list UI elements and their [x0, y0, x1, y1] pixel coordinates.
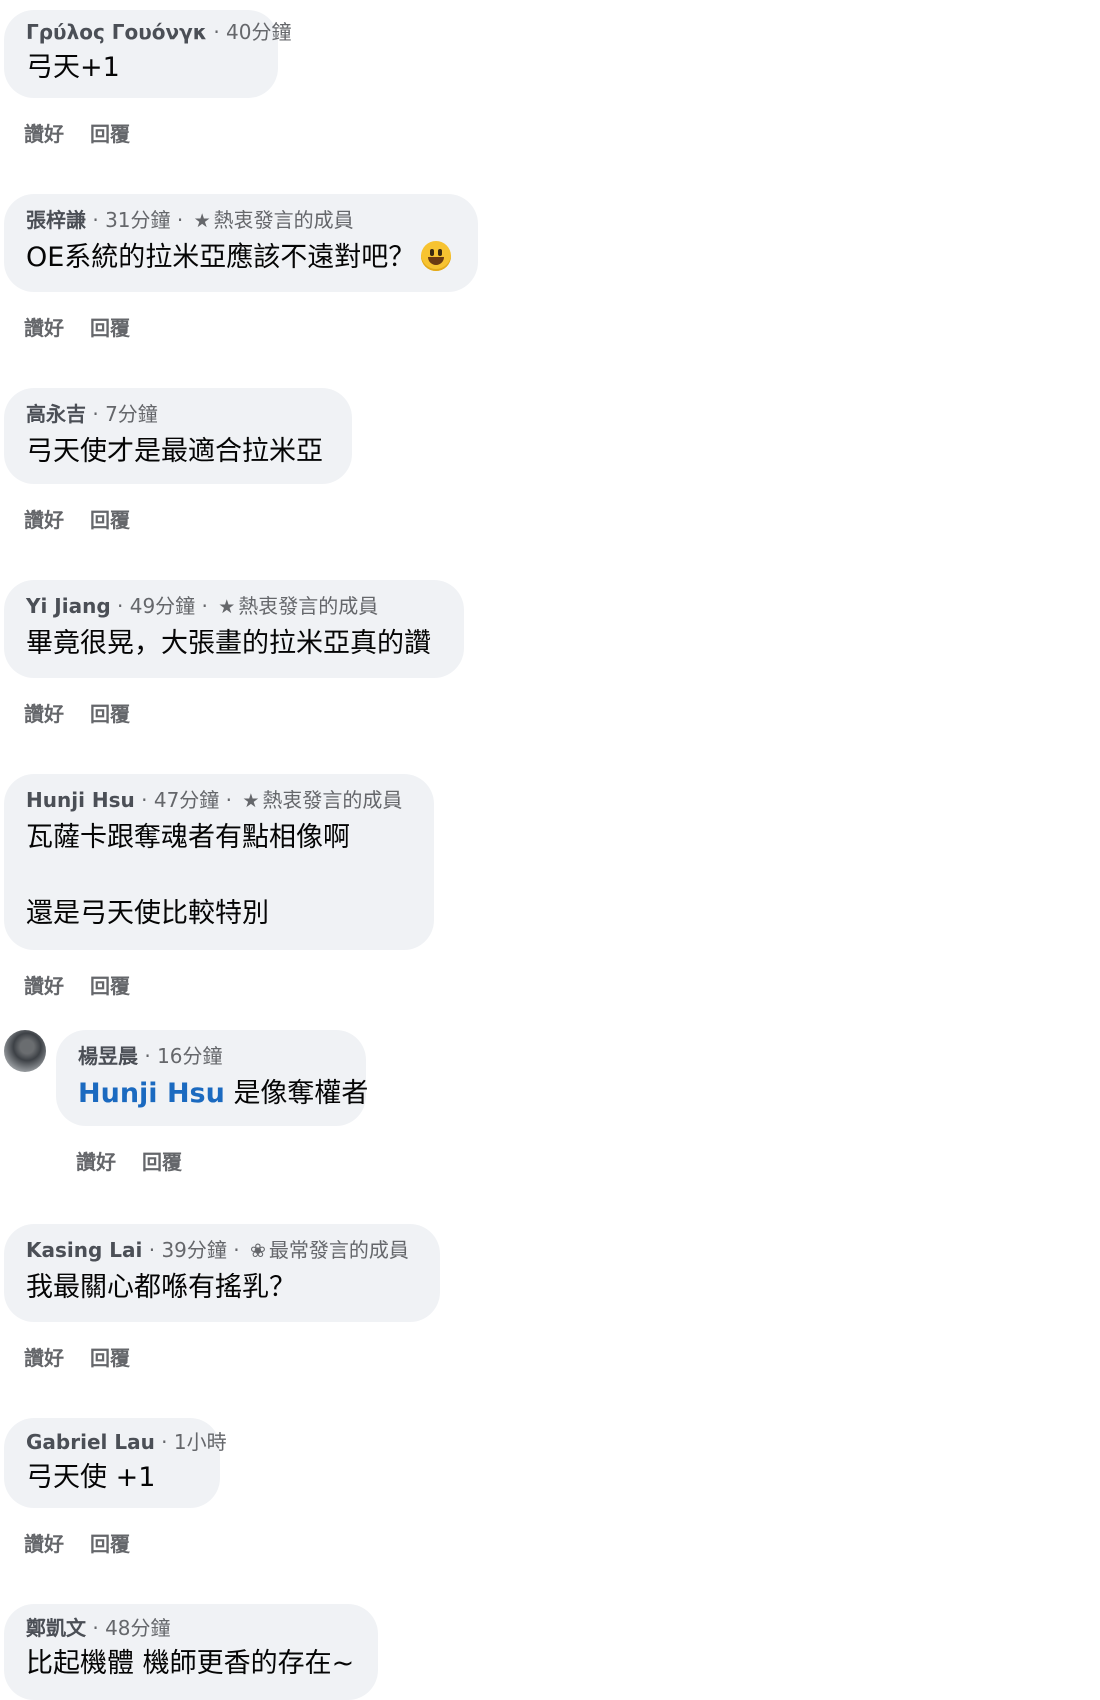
reply-button[interactable]: 回覆: [142, 1146, 182, 1175]
comment-bubble: 張梓謙 · 31分鐘 · ★ 熱衷發言的成員 OE系統的拉米亞應該不遠對吧？: [4, 194, 478, 292]
comment-author[interactable]: Yi Jiang: [26, 594, 111, 618]
reply-button[interactable]: 回覆: [90, 118, 130, 147]
comment-time[interactable]: 39分鐘: [161, 1238, 226, 1262]
mention-link[interactable]: Hunji Hsu: [78, 1078, 225, 1109]
comment-actions: 讚好 回覆: [76, 1146, 208, 1175]
comment-bubble: Γρύλος Γουόνγκ · 40分鐘 弓天+1: [4, 10, 292, 98]
comment-bubble: Gabriel Lau · 1小時 弓天使 +1: [4, 1418, 227, 1508]
reply-button[interactable]: 回覆: [90, 312, 130, 341]
comment-bubble: Yi Jiang · 49分鐘 · ★ 熱衷發言的成員 畢竟很晃，大張畫的拉米亞真…: [4, 580, 464, 678]
like-button[interactable]: 讚好: [24, 504, 64, 533]
comment-meta: Yi Jiang · 49分鐘 · ★ 熱衷發言的成員: [26, 594, 379, 618]
reply-button[interactable]: 回覆: [90, 970, 130, 999]
comment-actions: 讚好 回覆: [24, 970, 156, 999]
comment-actions: 讚好 回覆: [24, 118, 156, 147]
comment-text: Hunji Hsu 是像奪權者: [78, 1078, 369, 1109]
comment-text: 比起機體 機師更香的存在~: [26, 1648, 355, 1679]
like-button[interactable]: 讚好: [24, 970, 64, 999]
comment-actions: 讚好 回覆: [24, 1528, 156, 1557]
comment-time[interactable]: 40分鐘: [226, 20, 291, 44]
star-icon: ★: [193, 210, 211, 232]
comment-time[interactable]: 49分鐘: [130, 594, 195, 618]
comment-meta: 鄭凱文 · 48分鐘: [26, 1616, 171, 1640]
comment-bubble: Hunji Hsu · 47分鐘 · ★ 熱衷發言的成員 瓦薩卡跟奪魂者有點相像啊…: [4, 774, 434, 950]
comment-meta: 楊昱晨 · 16分鐘: [78, 1044, 223, 1068]
comment-author[interactable]: 高永吉: [26, 402, 86, 426]
reply-button[interactable]: 回覆: [90, 504, 130, 533]
like-button[interactable]: 讚好: [24, 118, 64, 147]
comment-actions: 讚好 回覆: [24, 698, 156, 727]
comment-author[interactable]: 鄭凱文: [26, 1616, 86, 1640]
like-button[interactable]: 讚好: [24, 1528, 64, 1557]
member-badge: 熱衷發言的成員: [262, 788, 403, 812]
like-button[interactable]: 讚好: [24, 698, 64, 727]
comment-text: 弓天使才是最適合拉米亞: [26, 436, 323, 467]
comment-actions: 讚好 回覆: [24, 504, 156, 533]
comment-text: 弓天+1: [26, 52, 120, 83]
avatar[interactable]: [4, 1030, 46, 1072]
member-badge: 熱衷發言的成員: [213, 208, 354, 232]
comment-text: 弓天使 +1: [26, 1462, 156, 1493]
award-icon: ❀: [249, 1240, 266, 1262]
comment-meta: Kasing Lai · 39分鐘 · ❀ 最常發言的成員: [26, 1238, 409, 1262]
comment-author[interactable]: Γρύλος Γουόνγκ: [26, 20, 207, 44]
member-badge: 熱衷發言的成員: [238, 594, 379, 618]
like-button[interactable]: 讚好: [76, 1146, 116, 1175]
comment-time[interactable]: 47分鐘: [154, 788, 219, 812]
comment-text: 畢竟很晃，大張畫的拉米亞真的讚: [26, 628, 431, 659]
comment-author[interactable]: Kasing Lai: [26, 1238, 142, 1262]
comment-bubble: Kasing Lai · 39分鐘 · ❀ 最常發言的成員 我最關心都喺有搖乳？: [4, 1224, 440, 1322]
member-badge: 最常發言的成員: [268, 1238, 409, 1262]
comment-author[interactable]: Gabriel Lau: [26, 1430, 155, 1454]
comment-text: OE系統的拉米亞應該不遠對吧？: [26, 240, 452, 276]
like-button[interactable]: 讚好: [24, 312, 64, 341]
reply-button[interactable]: 回覆: [90, 698, 130, 727]
reply-button[interactable]: 回覆: [90, 1528, 130, 1557]
like-button[interactable]: 讚好: [24, 1342, 64, 1371]
comment-bubble: 楊昱晨 · 16分鐘 Hunji Hsu 是像奪權者: [56, 1030, 369, 1126]
comment-text: 瓦薩卡跟奪魂者有點相像啊: [26, 822, 350, 853]
comment-meta: Gabriel Lau · 1小時: [26, 1430, 227, 1454]
comment-meta: Hunji Hsu · 47分鐘 · ★ 熱衷發言的成員: [26, 788, 403, 812]
comment-actions: 讚好 回覆: [24, 1342, 156, 1371]
comment-author[interactable]: 楊昱晨: [78, 1044, 138, 1068]
comment-time[interactable]: 1小時: [174, 1430, 227, 1454]
star-icon: ★: [242, 790, 260, 812]
comment-author[interactable]: 張梓謙: [26, 208, 86, 232]
comment-meta: 高永吉 · 7分鐘: [26, 402, 158, 426]
comment-author[interactable]: Hunji Hsu: [26, 788, 135, 812]
comment-time[interactable]: 16分鐘: [157, 1044, 222, 1068]
grinning-face-emoji: [421, 241, 452, 271]
comment-meta: Γρύλος Γουόνγκ · 40分鐘: [26, 20, 292, 44]
comment-time[interactable]: 7分鐘: [105, 402, 158, 426]
star-icon: ★: [218, 596, 236, 618]
comment-time[interactable]: 31分鐘: [105, 208, 170, 232]
reply-button[interactable]: 回覆: [90, 1342, 130, 1371]
comment-text: 還是弓天使比較特別: [26, 898, 269, 929]
comment-bubble: 高永吉 · 7分鐘 弓天使才是最適合拉米亞: [4, 388, 352, 484]
comment-text: 我最關心都喺有搖乳？: [26, 1272, 296, 1303]
comment-actions: 讚好 回覆: [24, 312, 156, 341]
comment-time[interactable]: 48分鐘: [105, 1616, 170, 1640]
comment-meta: 張梓謙 · 31分鐘 · ★ 熱衷發言的成員: [26, 208, 354, 232]
